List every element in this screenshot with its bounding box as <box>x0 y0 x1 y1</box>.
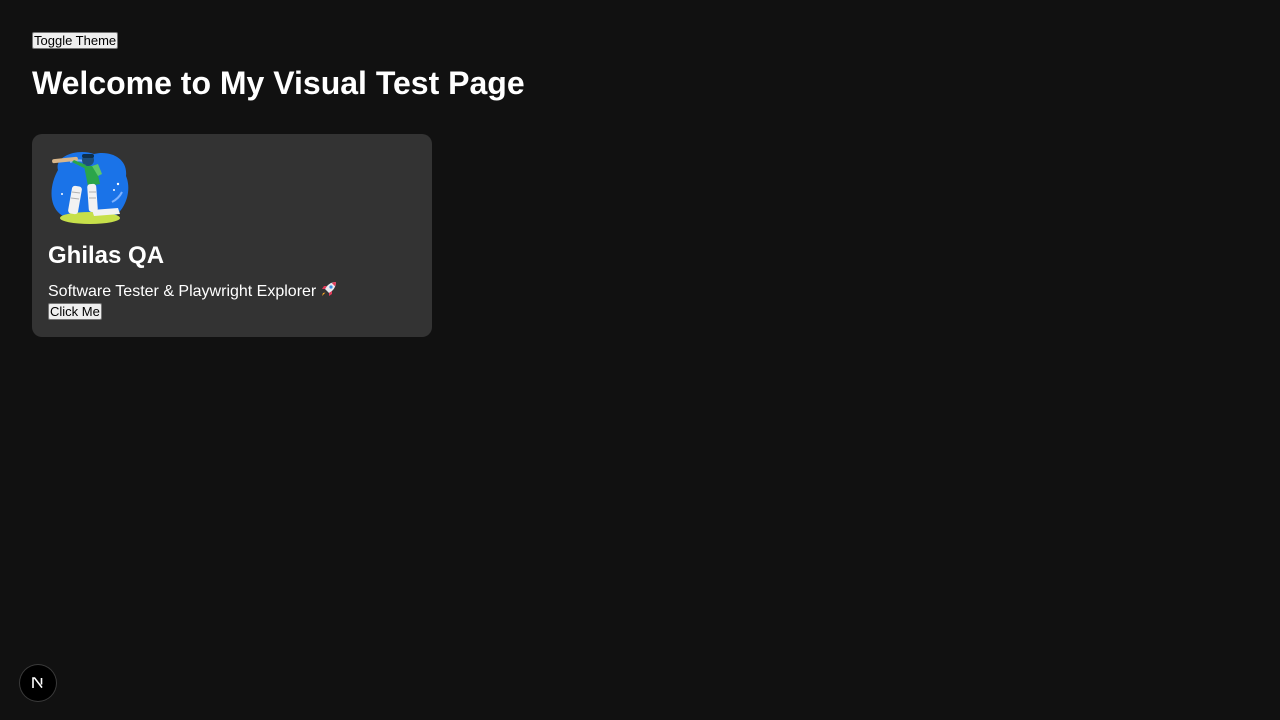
nextjs-dev-indicator-button[interactable] <box>20 665 56 701</box>
profile-name: Ghilas QA <box>48 242 165 269</box>
page-title: Welcome to My Visual Test Page <box>32 65 525 101</box>
profile-description-text: Software Tester & Playwright Explorer <box>48 283 317 300</box>
click-me-button[interactable]: Click Me <box>48 303 102 320</box>
profile-card: Ghilas QA Software Tester & Playwright E… <box>32 134 432 337</box>
page: Toggle Theme Welcome to My Visual Test P… <box>0 0 1280 720</box>
cricket-batsman-avatar-icon <box>51 151 129 224</box>
toggle-theme-button[interactable]: Toggle Theme <box>32 32 119 49</box>
rocket-icon <box>320 280 338 303</box>
nextjs-logo-icon <box>32 677 43 689</box>
profile-description: Software Tester & Playwright Explorer <box>48 280 416 303</box>
toolbar: Toggle Theme <box>32 32 1248 50</box>
